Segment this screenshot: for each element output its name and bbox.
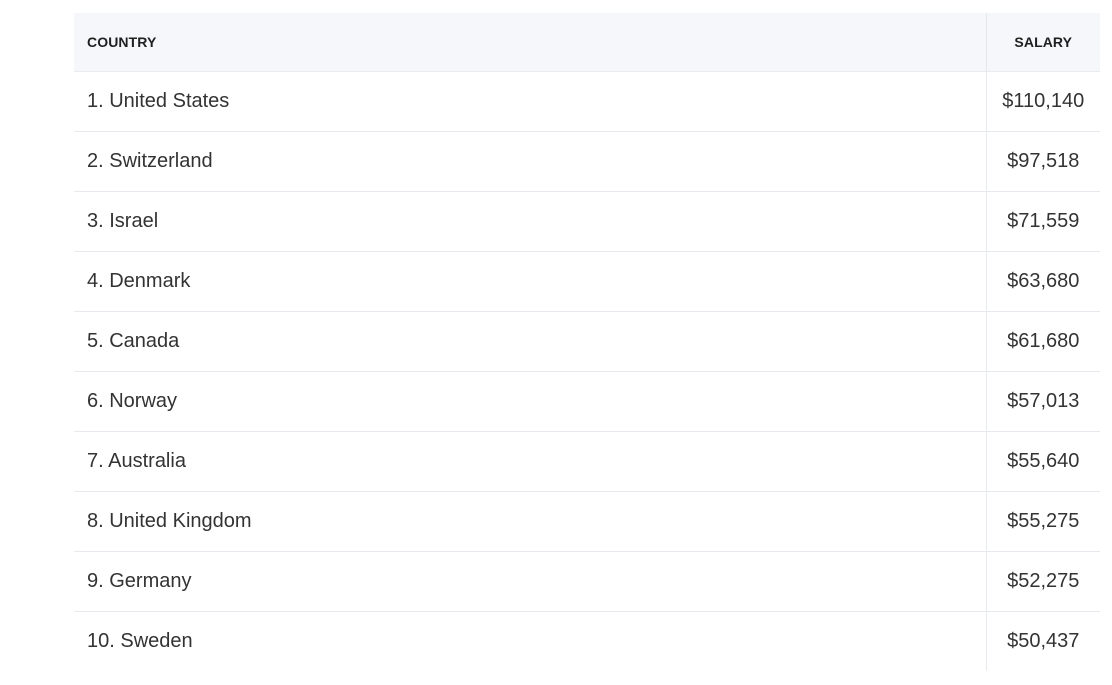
table-row: 1. United States $110,140 xyxy=(74,71,1100,132)
country-column-header: COUNTRY xyxy=(74,13,986,72)
table-row: 8. United Kingdom $55,275 xyxy=(74,491,1100,552)
salary-cell: $55,275 xyxy=(985,491,1100,552)
header-row: COUNTRY SALARY xyxy=(74,13,1100,72)
table-body: 1. United States $110,140 2. Switzerland… xyxy=(74,71,1100,671)
country-cell: 9. Germany xyxy=(74,551,986,612)
country-cell: 5. Canada xyxy=(74,311,986,372)
country-cell: 6. Norway xyxy=(74,371,986,432)
country-cell: 2. Switzerland xyxy=(74,131,986,192)
salary-table: COUNTRY SALARY 1. United States $110,140… xyxy=(74,13,1100,671)
salary-column-header: SALARY xyxy=(985,13,1100,72)
salary-table-container: COUNTRY SALARY 1. United States $110,140… xyxy=(74,13,1100,671)
salary-cell: $63,680 xyxy=(985,251,1100,312)
table-row: 5. Canada $61,680 xyxy=(74,311,1100,372)
country-cell: 10. Sweden xyxy=(87,630,193,652)
country-cell: 3. Israel xyxy=(74,191,986,252)
salary-cell: $52,275 xyxy=(985,551,1100,612)
table-row: 9. Germany $52,275 xyxy=(74,551,1100,612)
salary-cell: $61,680 xyxy=(985,311,1100,372)
salary-cell: $97,518 xyxy=(985,131,1100,192)
country-cell: 8. United Kingdom xyxy=(74,491,986,552)
table-row: 4. Denmark $63,680 xyxy=(74,251,1100,312)
country-cell: 4. Denmark xyxy=(74,251,986,312)
country-cell: 1. United States xyxy=(74,71,986,132)
table-row: 7. Australia $55,640 xyxy=(74,431,1100,492)
salary-cell: $50,437 xyxy=(985,611,1100,671)
country-cell: 7. Australia xyxy=(74,431,986,492)
table-row: 6. Norway $57,013 xyxy=(74,371,1100,432)
table-row: 3. Israel $71,559 xyxy=(74,191,1100,252)
table-row: 2. Switzerland $97,518 xyxy=(74,131,1100,192)
table-header: COUNTRY SALARY xyxy=(74,13,1100,72)
salary-cell: $57,013 xyxy=(985,371,1100,432)
table-row: 10. Sweden $50,437 xyxy=(74,611,1100,671)
salary-cell: $71,559 xyxy=(985,191,1100,252)
salary-cell: $110,140 xyxy=(985,71,1100,132)
salary-cell: $55,640 xyxy=(985,431,1100,492)
